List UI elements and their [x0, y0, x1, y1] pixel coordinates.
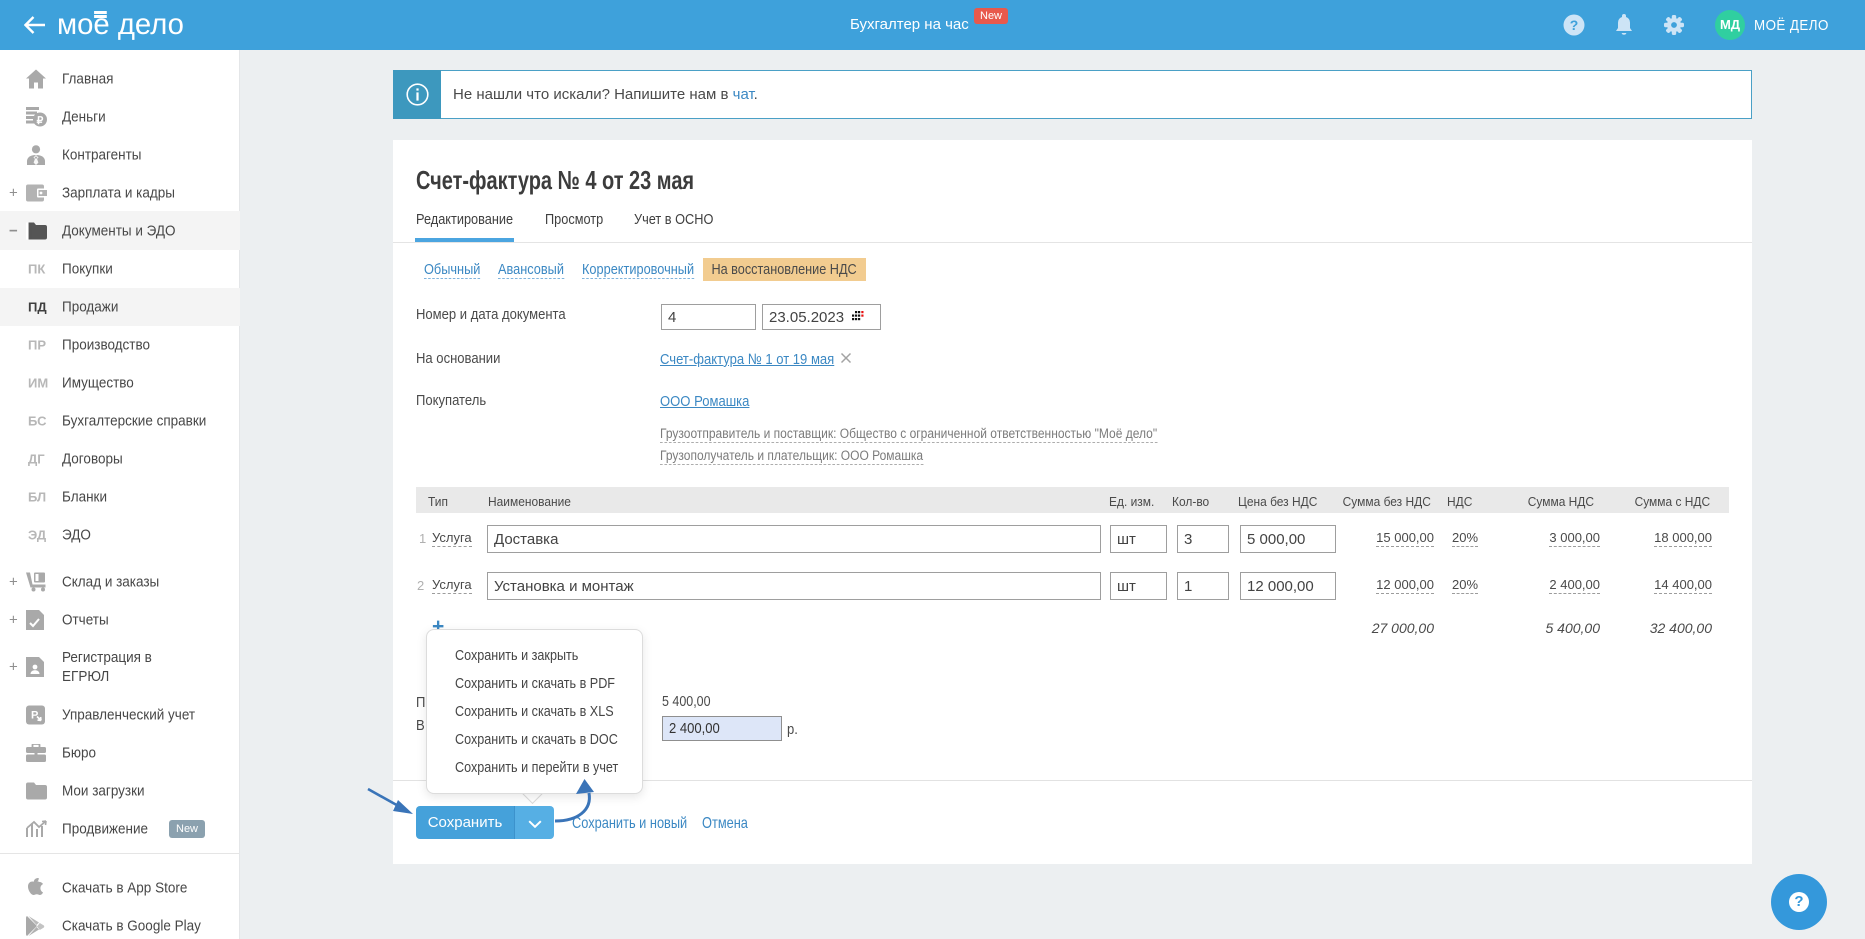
svg-text:Р: Р [31, 710, 38, 722]
svg-text:?: ? [1570, 17, 1579, 33]
svg-text:₽: ₽ [37, 115, 44, 127]
